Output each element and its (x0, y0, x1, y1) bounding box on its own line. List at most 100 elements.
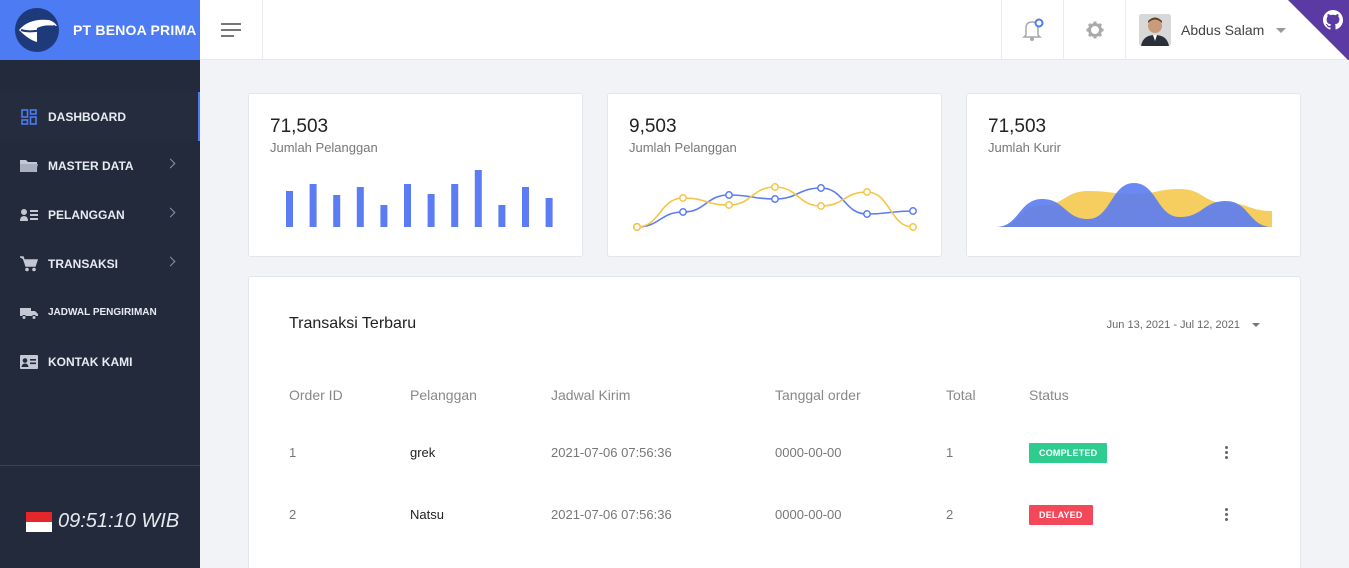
stat-card-pelanggan-2: 9,503 Jumlah Pelanggan (607, 93, 942, 257)
bell-icon (1021, 18, 1043, 41)
date-range-text: Jun 13, 2021 - Jul 12, 2021 (1106, 319, 1240, 331)
sidebar-item-label: DASHBOARD (48, 109, 126, 124)
date-range-picker[interactable]: Jun 13, 2021 - Jul 12, 2021 (1107, 319, 1260, 331)
sidebar-item-label: KONTAK KAMI (48, 354, 133, 369)
data-point (863, 188, 871, 196)
data-point (909, 223, 917, 231)
data-point (909, 207, 917, 215)
brand-name: PT BENOA PRIMA (73, 22, 197, 38)
stat-card-kurir: 71,503 Jumlah Kurir (966, 93, 1301, 257)
bar (333, 195, 341, 227)
data-point (725, 201, 733, 209)
row-actions-button[interactable] (1225, 508, 1229, 522)
row-actions-button[interactable] (1225, 446, 1229, 460)
status-badge: COMPLETED (1029, 443, 1108, 463)
sidebar-item-jadwal-pengiriman[interactable]: JADWAL PENGIRIMAN (0, 288, 200, 337)
sidebar-item-pelanggan[interactable]: PELANGGAN (0, 190, 200, 239)
sidebar-divider (0, 465, 200, 466)
data-point (863, 210, 871, 218)
bar (427, 194, 435, 227)
github-corner[interactable] (1288, 0, 1349, 60)
folder-icon (20, 157, 38, 175)
cell-pelanggan: Natsu (410, 507, 444, 522)
settings-button[interactable] (1063, 0, 1125, 60)
bar (498, 205, 506, 227)
sidebar-item-label: MASTER DATA (48, 158, 134, 173)
cell-order-id: 1 (289, 445, 297, 460)
series-line (636, 187, 914, 228)
stat-label: Jumlah Pelanggan (270, 140, 378, 155)
chevron-down-icon (1276, 27, 1287, 33)
chevron-down-icon (1252, 323, 1260, 327)
gear-icon (1086, 21, 1103, 39)
data-point (771, 195, 779, 203)
series-area (996, 183, 1272, 227)
cell-order-id: 2 (289, 507, 297, 522)
bar (451, 184, 459, 227)
chevron-right-icon (165, 207, 176, 218)
column-header-tanggal-order: Tanggal order (775, 387, 861, 403)
menu-toggle-button[interactable] (200, 0, 263, 60)
sidebar-item-label: JADWAL PENGIRIMAN (48, 307, 157, 318)
stat-value: 71,503 (270, 116, 329, 137)
truck-icon (20, 304, 38, 322)
cell-tanggal-order: 0000-00-00 (775, 507, 842, 522)
cell-jadwal-kirim: 2021-07-06 07:56:36 (551, 507, 672, 522)
series-line (636, 186, 914, 228)
clock: 09:51:10 WIB (26, 510, 179, 533)
column-header-order-id: Order ID (289, 387, 343, 403)
sidebar-item-transaksi[interactable]: TRANSAKSI (0, 239, 200, 288)
column-header-total: Total (946, 387, 976, 403)
sidebar-item-kontak-kami[interactable]: KONTAK KAMI (0, 337, 200, 386)
cart-icon (20, 255, 38, 273)
user-name: Abdus Salam (1181, 22, 1265, 38)
dashboard-icon (20, 108, 38, 126)
chevron-right-icon (165, 158, 176, 169)
stat-label: Jumlah Pelanggan (629, 140, 737, 155)
bar (356, 187, 364, 227)
sidebar: DASHBOARD MASTER DATA PELANGGAN TRANSAKS… (0, 60, 200, 568)
card-title: Transaksi Terbaru (289, 315, 417, 332)
stat-label: Jumlah Kurir (988, 140, 1061, 155)
stat-value: 71,503 (988, 116, 1047, 137)
stat-card-pelanggan: 71,503 Jumlah Pelanggan (248, 93, 583, 257)
github-icon[interactable] (1323, 10, 1343, 30)
indonesia-flag-icon (26, 511, 52, 532)
sidebar-item-dashboard[interactable]: DASHBOARD (0, 92, 200, 141)
notifications-button[interactable] (1001, 0, 1063, 60)
sidebar-item-label: PELANGGAN (48, 207, 125, 222)
bar (380, 205, 388, 227)
avatar (1139, 14, 1171, 46)
bar (545, 198, 553, 227)
sidebar-item-label: TRANSAKSI (48, 256, 119, 271)
bar (404, 184, 411, 227)
brand-logo (15, 8, 59, 52)
bar (474, 170, 482, 227)
menu-icon (221, 23, 241, 37)
bar (286, 191, 293, 227)
recent-transactions-card: Transaksi Terbaru Jun 13, 2021 - Jul 12,… (248, 276, 1301, 568)
data-point (633, 223, 641, 231)
sidebar-menu: DASHBOARD MASTER DATA PELANGGAN TRANSAKS… (0, 60, 200, 386)
cell-pelanggan: grek (410, 445, 436, 460)
stat-value: 9,503 (629, 116, 677, 137)
brand[interactable]: PT BENOA PRIMA (0, 0, 200, 60)
data-point (771, 183, 779, 191)
data-point (679, 208, 687, 216)
sidebar-item-master-data[interactable]: MASTER DATA (0, 141, 200, 190)
top-bar: Abdus Salam (200, 0, 1349, 60)
user-menu[interactable]: Abdus Salam (1125, 0, 1349, 60)
cell-total: 2 (946, 507, 954, 522)
bar (309, 184, 317, 227)
data-point (679, 194, 687, 202)
data-point (725, 191, 733, 199)
data-point (817, 202, 825, 210)
cell-tanggal-order: 0000-00-00 (775, 445, 842, 460)
status-badge: DELAYED (1029, 505, 1093, 525)
cell-jadwal-kirim: 2021-07-06 07:56:36 (551, 445, 672, 460)
column-header-pelanggan: Pelanggan (410, 387, 477, 403)
contact-card-icon (20, 353, 38, 371)
chevron-right-icon (165, 256, 176, 267)
customers-icon (20, 206, 38, 224)
bar (522, 187, 529, 227)
